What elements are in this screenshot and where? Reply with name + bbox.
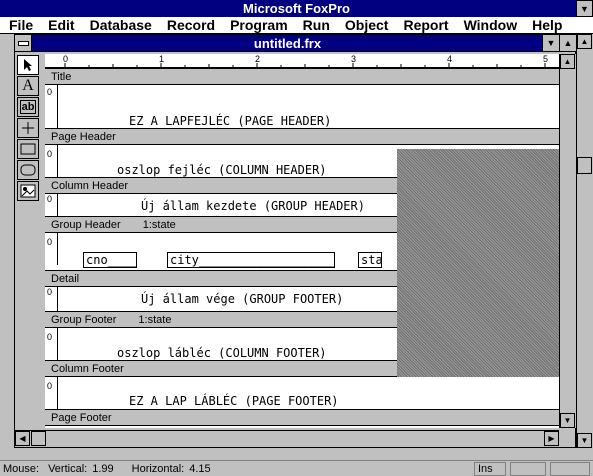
status-mouse-label: Mouse: bbox=[3, 462, 40, 475]
report-toolbox: A ab bbox=[17, 55, 41, 203]
outside-column-area bbox=[397, 149, 559, 377]
menu-record[interactable]: Record bbox=[158, 17, 221, 33]
ruler-label-4: 4 bbox=[447, 54, 453, 64]
scroll-left-icon[interactable]: ◀ bbox=[15, 431, 30, 446]
group-header-text[interactable]: Új állam kezdete (GROUP HEADER) bbox=[141, 199, 365, 213]
horizontal-scrollbar[interactable]: ◀ ▶ bbox=[15, 430, 559, 447]
app-title: Microsoft FoxPro bbox=[243, 1, 350, 16]
ruler-label-2: 2 bbox=[255, 54, 261, 64]
menu-edit[interactable]: Edit bbox=[39, 17, 80, 33]
status-horizontal-label: Horizontal: bbox=[131, 462, 185, 475]
group-footer-text[interactable]: Új állam vége (GROUP FOOTER) bbox=[141, 292, 343, 306]
scroll-down-icon[interactable]: ▼ bbox=[560, 413, 575, 428]
status-ins-indicator: Ins bbox=[474, 462, 506, 476]
app-minimize-button[interactable]: ▼ bbox=[576, 0, 593, 17]
scroll-right-icon[interactable]: ▶ bbox=[544, 431, 559, 446]
horizontal-ruler: 0 1 2 3 4 5 bbox=[45, 54, 559, 68]
rounded-rectangle-tool-icon[interactable] bbox=[17, 160, 39, 180]
band-title[interactable]: Title bbox=[45, 68, 559, 85]
column-header-text[interactable]: oszlop fejléc (COLUMN HEADER) bbox=[117, 163, 327, 177]
field-city[interactable]: city____________________ bbox=[167, 252, 335, 268]
menu-program[interactable]: Program bbox=[221, 17, 294, 33]
field-tool-icon[interactable]: ab bbox=[17, 97, 39, 117]
scroll-up-icon[interactable]: ▲ bbox=[560, 54, 575, 69]
ruler-label-5: 5 bbox=[543, 54, 549, 64]
app-scroll-thumb[interactable] bbox=[577, 157, 592, 174]
horizontal-scroll-thumb[interactable] bbox=[31, 431, 46, 446]
ruler-label-3: 3 bbox=[351, 54, 357, 64]
status-vertical-value: 1.99 bbox=[92, 462, 114, 475]
band-vruler: 0 bbox=[45, 328, 58, 360]
menu-report[interactable]: Report bbox=[394, 17, 454, 33]
band-vruler: 0 bbox=[45, 85, 58, 128]
menu-file[interactable]: File bbox=[0, 17, 39, 33]
band-column-footer[interactable]: Column Footer bbox=[45, 360, 397, 377]
status-indicator-2 bbox=[510, 462, 546, 476]
picture-tool-icon[interactable] bbox=[17, 181, 39, 201]
line-tool-icon[interactable] bbox=[17, 118, 39, 138]
report-designer-window: untitled.frx ▼ ▲ A ab 0 1 2 3 4 5 Title … bbox=[14, 34, 576, 448]
vertical-scrollbar[interactable]: ▲ ▼ bbox=[559, 54, 576, 428]
menu-help[interactable]: Help bbox=[523, 17, 568, 33]
menu-window[interactable]: Window bbox=[455, 17, 524, 33]
status-indicator-3 bbox=[550, 462, 590, 476]
band-vruler: 0 bbox=[45, 145, 58, 177]
page-footer-text[interactable]: EZ A LAP LÁBLÉC (PAGE FOOTER) bbox=[129, 394, 339, 408]
band-vruler: 0 bbox=[45, 287, 58, 311]
status-horizontal-value: 4.15 bbox=[189, 462, 211, 475]
field-state[interactable]: sta bbox=[358, 252, 382, 268]
status-vertical-label: Vertical: bbox=[48, 462, 88, 475]
app-scroll-down-icon[interactable]: ▼ bbox=[577, 433, 592, 448]
ruler-label-0: 0 bbox=[63, 54, 69, 64]
app-vertical-scrollbar[interactable]: ▲ ▼ bbox=[576, 34, 593, 448]
band-group-footer[interactable]: Group Footer 1:state bbox=[45, 311, 397, 328]
app-title-bar: Microsoft FoxPro bbox=[0, 0, 593, 17]
band-group-header[interactable]: Group Header 1:state bbox=[45, 216, 397, 233]
band-vruler: 0 bbox=[45, 194, 58, 216]
band-page-footer[interactable]: Page Footer bbox=[45, 409, 559, 426]
document-title-bar[interactable]: untitled.frx bbox=[32, 35, 543, 52]
status-bar: Mouse: Vertical: 1.99 Horizontal: 4.15 I… bbox=[0, 460, 593, 476]
band-column-header[interactable]: Column Header bbox=[45, 177, 397, 194]
field-cno[interactable]: cno____ bbox=[83, 252, 137, 268]
menu-bar: File Edit Database Record Program Run Ob… bbox=[0, 17, 593, 34]
column-footer-text[interactable]: oszlop lábléc (COLUMN FOOTER) bbox=[117, 346, 327, 360]
ruler-label-1: 1 bbox=[159, 54, 165, 64]
window-maximize-button[interactable]: ▲ bbox=[559, 35, 576, 52]
rectangle-tool-icon[interactable] bbox=[17, 139, 39, 159]
band-vruler: 0 bbox=[45, 377, 58, 409]
menu-object[interactable]: Object bbox=[336, 17, 395, 33]
app-scroll-up-icon[interactable]: ▲ bbox=[577, 34, 592, 49]
document-title: untitled.frx bbox=[253, 35, 322, 51]
band-page-header[interactable]: Page Header bbox=[45, 128, 559, 145]
band-detail[interactable]: Detail bbox=[45, 270, 397, 287]
menu-database[interactable]: Database bbox=[81, 17, 158, 33]
band-vruler: 0 bbox=[45, 233, 58, 265]
pointer-tool-icon[interactable] bbox=[17, 55, 39, 75]
text-tool-icon[interactable]: A bbox=[17, 76, 39, 96]
page-header-text[interactable]: EZ A LAPFEJLÉC (PAGE HEADER) bbox=[129, 114, 331, 128]
window-system-menu-icon[interactable] bbox=[15, 35, 32, 52]
menu-run[interactable]: Run bbox=[294, 17, 336, 33]
window-minimize-button[interactable]: ▼ bbox=[542, 35, 559, 52]
report-layout-area: Title 0 EZ A LAPFEJLÉC (PAGE HEADER) Pag… bbox=[45, 68, 559, 428]
